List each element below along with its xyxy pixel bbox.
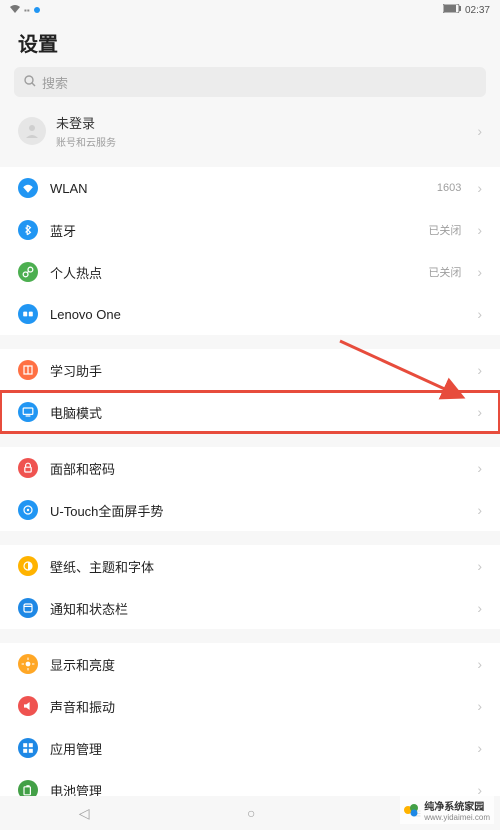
settings-row-bluetooth[interactable]: 蓝牙已关闭 ›: [0, 209, 500, 251]
row-label: 声音和振动: [50, 697, 465, 716]
account-row[interactable]: 未登录 账号和云服务 ›: [14, 105, 486, 157]
settings-row-hotspot[interactable]: 个人热点已关闭 ›: [0, 251, 500, 293]
account-name: 未登录: [56, 113, 467, 132]
clock: 02:37: [465, 5, 490, 16]
chevron-right-icon: ›: [477, 362, 482, 378]
battery-icon: [443, 4, 461, 16]
search-input[interactable]: 搜索: [14, 67, 486, 97]
pcmode-icon: [18, 402, 38, 422]
chevron-right-icon: ›: [477, 502, 482, 518]
settings-group: 显示和亮度›声音和振动›应用管理›电池管理›: [0, 643, 500, 811]
watermark-logo-icon: [404, 802, 420, 818]
signal-icon: ▪▪: [24, 6, 30, 15]
chevron-right-icon: ›: [477, 740, 482, 756]
row-label: WLAN: [50, 181, 425, 196]
settings-group: 壁纸、主题和字体 › 通知和状态栏 ›: [0, 545, 500, 629]
chevron-right-icon: ›: [477, 123, 482, 139]
page-title: 设置: [0, 20, 500, 67]
settings-row-apps[interactable]: 应用管理 ›: [0, 727, 500, 769]
settings-row-study[interactable]: 学习助手 ›: [0, 349, 500, 391]
row-value: 已关闭: [428, 222, 461, 238]
settings-row-theme[interactable]: 壁纸、主题和字体 ›: [0, 545, 500, 587]
row-label: 学习助手: [50, 361, 465, 380]
row-label: 显示和亮度: [50, 655, 465, 674]
chevron-right-icon: ›: [477, 460, 482, 476]
settings-row-facepwd[interactable]: 面部和密码 ›: [0, 447, 500, 489]
settings-row-display[interactable]: 显示和亮度 ›: [0, 643, 500, 685]
row-label: 蓝牙: [50, 221, 416, 240]
search-placeholder: 搜索: [42, 73, 68, 92]
settings-row-lenovoone[interactable]: Lenovo One ›: [0, 293, 500, 335]
study-icon: [18, 360, 38, 380]
watermark: 纯净系统家园 www.yidaimei.com: [400, 796, 494, 824]
chevron-right-icon: ›: [477, 306, 482, 322]
settings-group: 面部和密码 › U-Touch全面屏手势 ›: [0, 447, 500, 531]
theme-icon: [18, 556, 38, 576]
chevron-right-icon: ›: [477, 404, 482, 420]
row-label: 电脑模式: [50, 403, 465, 422]
nav-back[interactable]: ◁: [79, 805, 90, 822]
settings-row-wlan[interactable]: WLAN 1603 ›: [0, 167, 500, 209]
utouch-icon: [18, 500, 38, 520]
display-icon: [18, 654, 38, 674]
chevron-right-icon: ›: [477, 558, 482, 574]
settings-row-sound[interactable]: 声音和振动 ›: [0, 685, 500, 727]
settings-row-notify[interactable]: 通知和状态栏 ›: [0, 587, 500, 629]
row-label: 通知和状态栏: [50, 599, 465, 618]
search-icon: [24, 75, 36, 90]
hotspot-icon: [18, 262, 38, 282]
row-label: 个人热点: [50, 263, 416, 282]
chevron-right-icon: ›: [477, 180, 482, 196]
avatar-icon: [18, 117, 46, 145]
settings-group: 学习助手 › 电脑模式 ›: [0, 349, 500, 433]
chevron-right-icon: ›: [477, 264, 482, 280]
chevron-right-icon: ›: [477, 222, 482, 238]
sound-icon: [18, 696, 38, 716]
chevron-right-icon: ›: [477, 656, 482, 672]
nav-home[interactable]: ○: [247, 805, 255, 821]
bt-dot: [34, 7, 40, 13]
chevron-right-icon: ›: [477, 698, 482, 714]
settings-row-utouch[interactable]: U-Touch全面屏手势 ›: [0, 489, 500, 531]
row-label: Lenovo One: [50, 307, 465, 322]
account-sub: 账号和云服务: [56, 134, 467, 149]
wifi-icon: [10, 5, 20, 16]
facepwd-icon: [18, 458, 38, 478]
row-value: 1603: [437, 182, 461, 194]
chevron-right-icon: ›: [477, 600, 482, 616]
row-label: 应用管理: [50, 739, 465, 758]
status-bar: ▪▪ 02:37: [0, 0, 500, 20]
row-label: 壁纸、主题和字体: [50, 557, 465, 576]
settings-group: WLAN1603›蓝牙已关闭›个人热点已关闭›Lenovo One›: [0, 167, 500, 335]
row-label: U-Touch全面屏手势: [50, 501, 465, 520]
bluetooth-icon: [18, 220, 38, 240]
settings-row-pcmode[interactable]: 电脑模式 ›: [0, 391, 500, 433]
watermark-url: www.yidaimei.com: [424, 813, 490, 822]
wlan-icon: [18, 178, 38, 198]
apps-icon: [18, 738, 38, 758]
notify-icon: [18, 598, 38, 618]
lenovoone-icon: [18, 304, 38, 324]
row-value: 已关闭: [428, 264, 461, 280]
watermark-title: 纯净系统家园: [424, 798, 490, 813]
row-label: 面部和密码: [50, 459, 465, 478]
